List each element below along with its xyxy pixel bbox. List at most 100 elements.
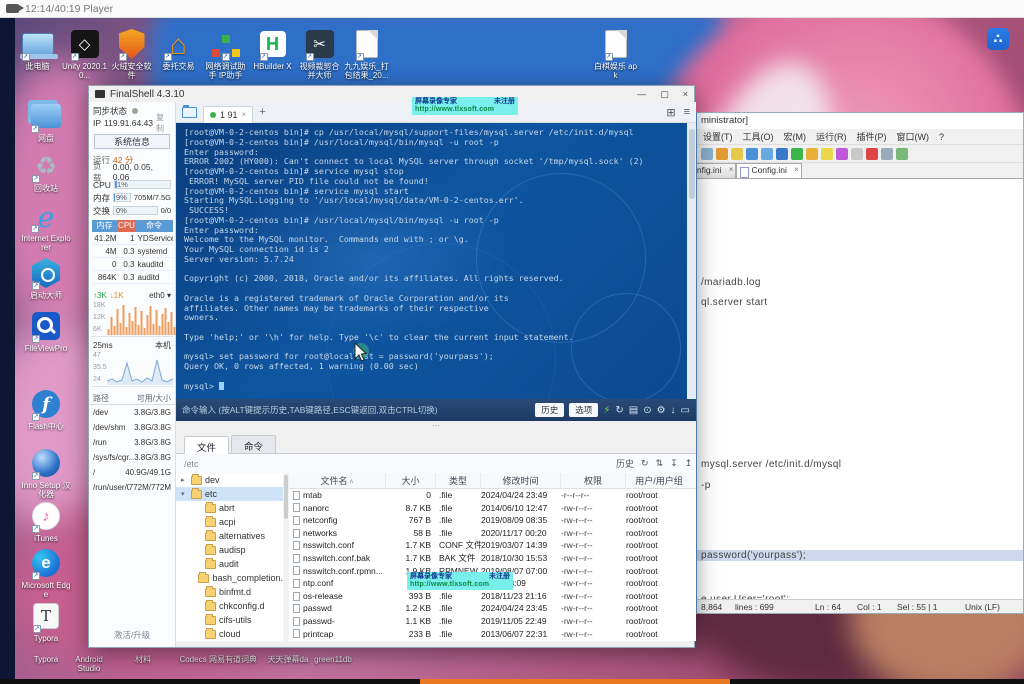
menu-item[interactable]: 窗口(W) — [897, 130, 930, 143]
menu-item[interactable]: 插件(P) — [857, 130, 887, 143]
process-row[interactable]: 41.2M1YDService — [92, 232, 173, 245]
desktop-icon[interactable]: 回收站 — [15, 150, 77, 193]
column-header[interactable]: 修改时间 — [481, 473, 561, 489]
file-row[interactable]: passwd 1.2 KB .file 2024/04/24 23:45 -rw… — [289, 602, 696, 615]
desktop-icon[interactable]: iTunes — [15, 500, 77, 543]
tree-item[interactable]: cifs-utils — [176, 613, 288, 627]
file-row[interactable]: passwd- 1.1 KB .file 2019/11/05 22:49 -r… — [289, 615, 696, 628]
system-info-button[interactable]: 系统信息 — [94, 134, 170, 149]
desktop-icon-label[interactable]: 材料 — [117, 655, 169, 664]
files-history-button[interactable]: 历史 — [616, 457, 634, 470]
tree-item[interactable]: binfmt.d — [176, 585, 288, 599]
toolbar-icon[interactable] — [716, 148, 728, 160]
file-tool-icon[interactable]: ↻ — [641, 458, 649, 469]
desktop-icon[interactable]: Typora — [15, 600, 77, 643]
file-row[interactable]: nsswitch.conf.bak 1.7 KB BAK 文件 2018/10/… — [289, 552, 696, 565]
file-row[interactable]: mtab 0 .file 2024/04/24 23:49 -r--r--r--… — [289, 489, 696, 502]
column-header[interactable]: 大小 — [386, 473, 436, 489]
menu-icon[interactable]: ≡ — [684, 106, 690, 119]
notepad-editor[interactable]: /mariadb.logql.server startmysql.server … — [697, 179, 1023, 599]
toolbar-icon[interactable] — [806, 148, 818, 160]
close-button[interactable]: × — [683, 89, 688, 100]
toolbar-icon[interactable] — [821, 148, 833, 160]
toolbar-icon[interactable] — [731, 148, 743, 160]
toolbar-icon[interactable] — [881, 148, 893, 160]
tree-item[interactable]: audit — [176, 557, 288, 571]
desktop-icon[interactable]: 视频裁剪合并大师 — [296, 28, 343, 80]
file-tool-icon[interactable]: ⇅ — [656, 458, 664, 469]
tree-arrow-icon[interactable]: ▸ — [181, 476, 188, 484]
tab-commands[interactable]: 命令 — [231, 435, 276, 453]
tree-item[interactable]: alternatives — [176, 529, 288, 543]
column-header[interactable]: 用户/用户组 — [626, 473, 692, 489]
desktop-icon[interactable]: 白棋娱乐 apk — [592, 28, 639, 80]
file-row[interactable]: networks 58 B .file 2020/11/17 00:20 -rw… — [289, 527, 696, 540]
tree-item[interactable]: chkconfig.d — [176, 599, 288, 613]
toolbar-icon[interactable] — [791, 148, 803, 160]
tree-item[interactable]: bash_completion.d — [176, 571, 288, 585]
cmdbar-icon[interactable]: ⊙ — [643, 405, 651, 416]
editor-tab[interactable]: Config.ini — [736, 163, 801, 178]
toolbar-icon[interactable] — [866, 148, 878, 160]
file-row[interactable]: nanorc 8.7 KB .file 2014/06/10 12:47 -rw… — [289, 502, 696, 515]
toolbar-icon[interactable] — [836, 148, 848, 160]
toolbar-icon[interactable] — [896, 148, 908, 160]
file-row[interactable]: nsswitch.conf 1.7 KB CONF 文件 2019/03/07 … — [289, 539, 696, 552]
tab-close-icon[interactable]: × — [242, 110, 247, 119]
history-button[interactable]: 历史 — [535, 403, 564, 417]
maximize-button[interactable]: ▢ — [660, 89, 669, 100]
minimize-button[interactable]: — — [637, 89, 646, 100]
desktop-icon[interactable]: Microsoft Edge — [15, 547, 77, 599]
toolbar-icon[interactable] — [701, 148, 713, 160]
desktop-icon[interactable]: 网络调试助手 IP助手 — [202, 28, 249, 80]
cmdbar-icon[interactable]: ▤ — [629, 405, 638, 416]
toolbar-icon[interactable] — [776, 148, 788, 160]
desktop-icon[interactable]: 九九娱乐_打包结果_20... — [343, 28, 390, 80]
desktop-icon[interactable]: 此电脑 — [14, 28, 61, 80]
terminal-scrollbar[interactable] — [687, 123, 696, 399]
file-tool-icon[interactable]: ↥ — [685, 458, 693, 469]
terminal[interactable]: [root@VM-0-2-centos bin]# cp /usr/local/… — [176, 123, 687, 399]
tree-item[interactable]: ▾ etc — [176, 487, 288, 501]
file-row[interactable]: printcap 233 B .file 2013/06/07 22:31 -r… — [289, 628, 696, 641]
cmdbar-icon[interactable]: ↻ — [615, 405, 623, 416]
desktop-icon[interactable]: Unity 2020.10... — [61, 28, 108, 80]
desktop-icon-label[interactable]: green11db — [307, 655, 359, 664]
process-row[interactable]: 4M0.3systemd — [92, 245, 173, 258]
terminal-tab[interactable]: 1 91 × — [203, 106, 253, 123]
baidu-netdisk-icon[interactable] — [987, 28, 1009, 50]
column-header[interactable]: 权限 — [561, 473, 626, 489]
desktop-icon[interactable]: 火绒安全软件 — [108, 28, 155, 80]
cmdbar-icon[interactable]: ▭ — [681, 405, 690, 416]
toolbar-icon[interactable] — [761, 148, 773, 160]
tree-arrow-icon[interactable]: ▾ — [181, 490, 188, 498]
layout-grid-icon[interactable]: ⊞ — [666, 106, 675, 119]
desktop-icon-label[interactable]: Android Studio — [63, 655, 115, 673]
desktop-icon[interactable]: FileViewPro — [15, 310, 77, 353]
process-row[interactable]: 00.3kauditd — [92, 258, 173, 271]
splitter-handle[interactable]: ⋯ — [176, 421, 696, 433]
desktop-icon[interactable]: HBuilder X — [249, 28, 296, 80]
cmdbar-icon[interactable]: ⚙ — [657, 405, 666, 416]
desktop-icon[interactable]: 委托交易 — [155, 28, 202, 80]
net-interface-select[interactable]: eth0 ▾ — [149, 291, 171, 300]
cmdbar-icon[interactable]: ⚡ — [603, 405, 610, 416]
column-header[interactable]: 类型 — [436, 473, 481, 489]
menu-item[interactable]: ? — [939, 132, 944, 142]
toolbar-icon[interactable] — [746, 148, 758, 160]
file-row[interactable]: os-release 393 B .file 2018/11/23 21:16 … — [289, 590, 696, 603]
desktop-icon[interactable]: Flash中心 — [15, 388, 77, 431]
file-tool-icon[interactable]: ↧ — [670, 458, 678, 469]
command-input[interactable]: 命令输入 (按ALT键提示历史,TAB键路径,ESC键返回,双击CTRL切换) — [182, 404, 530, 416]
tree-item[interactable]: acpi — [176, 515, 288, 529]
desktop-icon[interactable]: 网盘 — [15, 100, 77, 143]
new-tab-button[interactable]: + — [259, 106, 265, 118]
current-path[interactable]: /etc — [184, 459, 199, 469]
desktop-icon[interactable]: Inno Setup 汉化器 — [15, 447, 77, 499]
desktop-icon-label[interactable]: 网易有道词典 — [207, 655, 259, 664]
activate-upgrade-link[interactable]: 激活/升级 — [89, 629, 175, 641]
tab-files[interactable]: 文件 — [184, 436, 229, 454]
tree-item[interactable]: ▸ dev — [176, 473, 288, 487]
process-row[interactable]: 864K0.3auditd — [92, 271, 173, 284]
menu-item[interactable]: 宏(M) — [784, 130, 807, 143]
